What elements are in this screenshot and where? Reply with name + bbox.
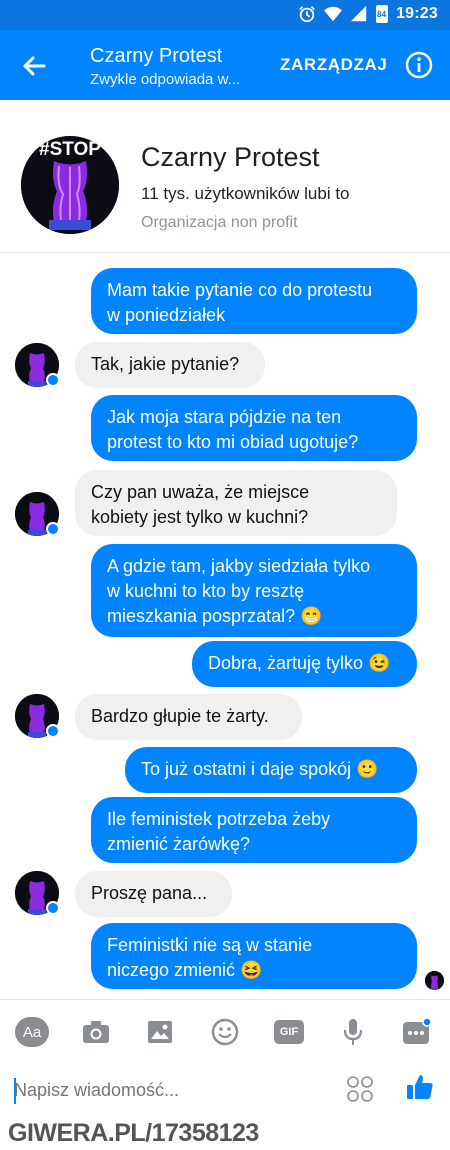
message-line: Mam takie pytanie co do protestu [107, 280, 373, 300]
incoming-message[interactable]: Tak, jakie pytanie? [75, 342, 265, 388]
incoming-message[interactable]: Czy pan uważa, że miejsce kobiety jest t… [75, 470, 397, 536]
info-icon[interactable] [404, 50, 434, 80]
message-line: w poniedziałek [107, 305, 226, 325]
outgoing-message[interactable]: To już ostatni i daje spokój 🙂 [125, 747, 417, 793]
manage-button[interactable]: ZARZĄDZAJ [280, 55, 387, 75]
message-line: Feministki nie są w stanie [107, 935, 313, 955]
stop-hashtag-text: #STOP [39, 139, 101, 160]
like-button[interactable] [403, 1072, 437, 1102]
back-arrow-icon[interactable] [18, 50, 50, 82]
outgoing-message[interactable]: Dobra, żartuję tylko 😉 [192, 641, 417, 687]
outgoing-message[interactable]: Mam takie pytanie co do protestu w ponie… [91, 268, 417, 334]
read-receipt-avatar [425, 971, 444, 990]
page-name: Czarny Protest [141, 142, 320, 172]
message-line: niczego zmienić 😆 [107, 960, 263, 980]
gif-button[interactable]: GIF [272, 1017, 306, 1047]
camera-button[interactable] [79, 1017, 113, 1047]
conversation-subtitle: Zwykle odpowiada w... [90, 71, 241, 88]
messenger-badge-icon [46, 724, 60, 738]
outgoing-message[interactable]: Feministki nie są w stanie niczego zmien… [91, 923, 417, 989]
messenger-badge-icon [46, 373, 60, 387]
signal-icon [350, 5, 367, 22]
incoming-message[interactable]: Proszę pana... [75, 871, 232, 917]
more-button[interactable] [400, 1017, 434, 1047]
message-line: Tak, jakie pytanie? [91, 354, 240, 374]
more-icon [403, 1018, 432, 1044]
thumbs-up-icon [407, 1075, 433, 1099]
page-info-card: #STOP Czarny Protest 11 tys. użytkownikó… [0, 100, 450, 253]
incoming-message[interactable]: Bardzo głupie te żarty. [75, 694, 302, 740]
message-line: Czy pan uważa, że miejsce [91, 482, 310, 502]
messenger-badge-icon [46, 522, 60, 536]
app-bar: Czarny Protest Zwykle odpowiada w... ZAR… [0, 30, 450, 100]
message-line: Ile feministek potrzeba żeby [107, 809, 331, 829]
aa-label: Aa [15, 1017, 49, 1047]
page-avatar[interactable]: #STOP [21, 136, 119, 234]
message-line: A gdzie tam, jakby siedziała tylko [107, 556, 371, 576]
voice-button[interactable] [336, 1017, 370, 1047]
image-icon [148, 1021, 172, 1043]
alarm-icon [299, 6, 315, 23]
battery-icon: 84 [376, 5, 389, 23]
gallery-button[interactable] [143, 1017, 177, 1047]
sticker-button[interactable] [208, 1017, 242, 1047]
message-line: Bardzo głupie te żarty. [91, 706, 269, 726]
message-composer: Aa GIF [0, 999, 450, 1119]
page-likes: 11 tys. użytkowników lubi to [141, 184, 350, 203]
camera-icon [83, 1021, 109, 1043]
text-style-button[interactable]: Aa [15, 1017, 49, 1047]
message-line: Dobra, żartuję tylko 😉 [208, 653, 391, 673]
emoji-button[interactable] [343, 1074, 377, 1104]
messenger-badge-icon [46, 901, 60, 915]
watermark-text: GIWERA.PL/17358123 [8, 1119, 259, 1147]
emoji-grid-icon [347, 1076, 373, 1102]
smiley-icon [211, 1018, 239, 1046]
outgoing-message[interactable]: Jak moja stara pójdzie na ten protest to… [91, 395, 417, 461]
message-line: mieszkania posprzatal? 😁 [107, 606, 323, 626]
outgoing-message[interactable]: A gdzie tam, jakby siedziała tylko w kuc… [91, 544, 417, 637]
page-category: Organizacja non profit [141, 214, 298, 231]
gif-label: GIF [274, 1020, 304, 1044]
watermark-strip: GIWERA.PL/17358123 [0, 1119, 450, 1150]
battery-level: 84 [377, 10, 387, 19]
message-line: Proszę pana... [91, 883, 208, 903]
message-line: protest to kto mi obiad ugotuje? [107, 432, 359, 452]
message-line: Jak moja stara pójdzie na ten [107, 407, 342, 427]
message-line: To już ostatni i daje spokój 🙂 [141, 759, 379, 779]
message-input[interactable] [14, 1072, 334, 1108]
status-time: 19:23 [396, 5, 438, 22]
message-line: zmienić żarówkę? [107, 834, 251, 854]
message-line: w kuchni to kto by resztę [107, 581, 305, 601]
message-line: kobiety jest tylko w kuchni? [91, 507, 309, 527]
conversation-title-block[interactable]: Czarny Protest Zwykle odpowiada w... [90, 44, 240, 90]
microphone-icon [343, 1019, 363, 1045]
outgoing-message[interactable]: Ile feministek potrzeba żeby zmienić żar… [91, 797, 417, 863]
wifi-icon [324, 6, 343, 22]
conversation-title: Czarny Protest [90, 45, 223, 67]
status-bar: 84 19:23 [0, 0, 450, 30]
